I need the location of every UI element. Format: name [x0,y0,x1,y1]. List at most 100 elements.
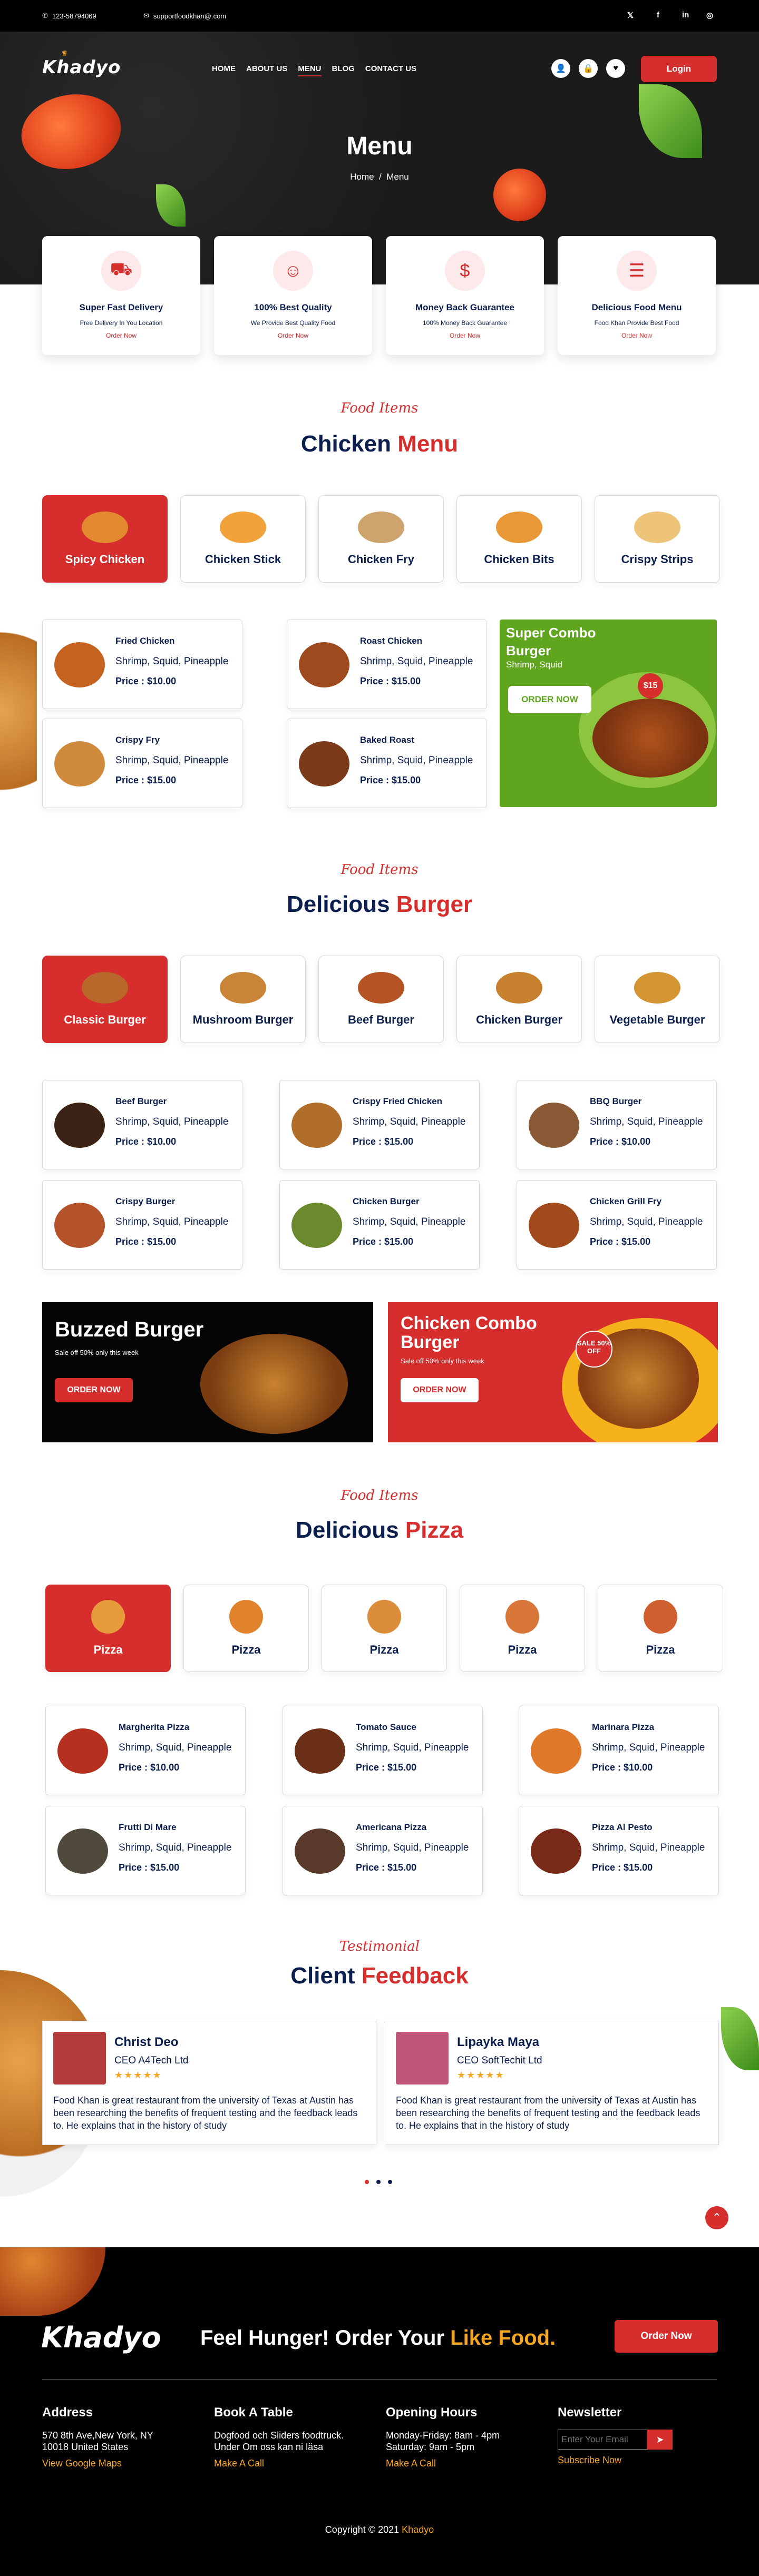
instagram-icon[interactable]: ◎ [706,11,713,20]
section-eyebrow: Food Items [340,862,419,878]
order-now-button[interactable]: Order Now [615,2320,718,2353]
footer-link[interactable]: Make A Call [214,2458,351,2469]
item-name: Pizza Al Pesto [592,1822,653,1832]
item-price: Price : $15.00 [115,1236,177,1247]
linkedin-icon[interactable]: in [682,11,689,19]
delivery-icon: ⛟ [101,251,141,291]
email-contact[interactable]: ✉ supportfoodkhan@.com [143,12,226,20]
heart-icon[interactable]: ♥ [606,59,625,78]
tab-label: Vegetable Burger [609,1013,705,1026]
footer-link[interactable]: Make A Call [386,2458,523,2469]
footer-heading: Book A Table [214,2405,293,2420]
section-title: Delicious Pizza [0,1517,759,1543]
item-name: Beef Burger [115,1096,167,1106]
phone-icon: ✆ [42,12,48,19]
tab-pizza-3[interactable]: Pizza [322,1585,447,1672]
tab-spicy-chicken[interactable]: Spicy Chicken [42,495,168,583]
tab-pizza-2[interactable]: Pizza [183,1585,309,1672]
menu-item-card[interactable]: Beef Burger Shrimp, Squid, Pineapple Pri… [42,1080,242,1169]
burger-image [200,1334,348,1434]
carousel-dot[interactable] [376,2180,381,2184]
menu-item-card[interactable]: BBQ Burger Shrimp, Squid, Pineapple Pric… [517,1080,717,1169]
order-now-button[interactable]: ORDER NOW [508,686,591,713]
carousel-dot[interactable] [365,2180,369,2184]
order-now-button[interactable]: ORDER NOW [401,1378,479,1402]
tab-chicken-fry[interactable]: Chicken Fry [318,495,444,583]
tab-classic-burger[interactable]: Classic Burger [42,956,168,1043]
send-icon[interactable]: ➤ [647,2430,673,2450]
breadcrumb-home[interactable]: Home [350,172,374,182]
subscribe-link[interactable]: Subscribe Now [558,2455,695,2466]
twitter-icon[interactable]: 𝕏 [627,11,634,20]
item-price: Price : $10.00 [115,676,177,686]
feature-text: We Provide Best Quality Food [250,319,336,327]
food-image [634,972,680,1004]
banner-sub: Sale off 50% only this week [55,1349,139,1356]
feature-link[interactable]: Order Now [386,332,544,339]
nav-home[interactable]: HOME [212,64,236,76]
menu-item-card[interactable]: Roast Chicken Shrimp, Squid, Pineapple P… [287,620,487,709]
menu-item-card[interactable]: Pizza Al Pesto Shrimp, Squid, Pineapple … [519,1806,719,1895]
nav-about[interactable]: ABOUT US [246,64,287,76]
menu-item-card[interactable]: Marinara Pizza Shrimp, Squid, Pineapple … [519,1706,719,1795]
menu-item-card[interactable]: Americana Pizza Shrimp, Squid, Pineapple… [283,1806,483,1895]
rating-stars: ★★★★★ [114,2070,162,2080]
tab-crispy-strips[interactable]: Crispy Strips [595,495,720,583]
tab-pizza-4[interactable]: Pizza [460,1585,585,1672]
carousel-dots [365,2180,392,2184]
feature-link[interactable]: Order Now [42,332,200,339]
banner-title: Chicken Combo Burger [401,1313,537,1352]
food-image [358,512,404,543]
promo-banner-buzzed[interactable]: Buzzed Burger Sale off 50% only this wee… [42,1302,373,1442]
avatar [53,2032,106,2085]
menu-item-card[interactable]: Chicken Burger Shrimp, Squid, Pineapple … [279,1180,480,1270]
tab-chicken-stick[interactable]: Chicken Stick [180,495,306,583]
testimonial-text: Food Khan is great restaurant from the u… [53,2095,358,2131]
tab-chicken-burger[interactable]: Chicken Burger [456,956,582,1043]
facebook-icon[interactable]: f [657,11,659,19]
promo-combo-card[interactable]: Super Combo Burger Shrimp, Squid ORDER N… [500,620,717,807]
menu-item-card[interactable]: Tomato Sauce Shrimp, Squid, Pineapple Pr… [283,1706,483,1795]
footer-logo[interactable]: Khadyo [41,2321,161,2354]
lock-icon[interactable]: 🔒 [579,59,598,78]
tab-chicken-bits[interactable]: Chicken Bits [456,495,582,583]
client-role: CEO SoftTechit Ltd [457,2055,542,2066]
feature-link[interactable]: Order Now [558,332,716,339]
section-eyebrow: Testimonial [339,1939,420,1954]
site-logo[interactable]: ♛ Khadyo [42,50,121,78]
copyright-brand[interactable]: Khadyo [402,2524,434,2535]
menu-item-card[interactable]: Margherita Pizza Shrimp, Squid, Pineappl… [45,1706,246,1795]
nav-contact[interactable]: CONTACT US [365,64,416,76]
menu-item-card[interactable]: Baked Roast Shrimp, Squid, Pineapple Pri… [287,719,487,808]
nav-menu[interactable]: MENU [298,64,322,76]
menu-item-card[interactable]: Frutti Di Mare Shrimp, Squid, Pineapple … [45,1806,246,1895]
scroll-top-icon[interactable]: ⌃ [705,2206,728,2229]
carousel-dot[interactable] [388,2180,392,2184]
item-price: Price : $15.00 [119,1862,180,1873]
phone-contact[interactable]: ✆ 123-58794069 [42,12,96,20]
item-price: Price : $15.00 [590,1236,651,1247]
footer-link[interactable]: View Google Maps [42,2458,179,2469]
item-desc: Shrimp, Squid, Pineapple [590,1216,703,1227]
tab-mushroom-burger[interactable]: Mushroom Burger [180,956,306,1043]
tab-vegetable-burger[interactable]: Vegetable Burger [595,956,720,1043]
menu-item-card[interactable]: Crispy Burger Shrimp, Squid, Pineapple P… [42,1180,242,1270]
user-icon[interactable]: 👤 [551,59,570,78]
nav-blog[interactable]: BLOG [332,64,355,76]
menu-item-card[interactable]: Chicken Grill Fry Shrimp, Squid, Pineapp… [517,1180,717,1270]
menu-item-card[interactable]: Crispy Fry Shrimp, Squid, Pineapple Pric… [42,719,242,808]
order-now-button[interactable]: ORDER NOW [55,1378,133,1402]
tab-beef-burger[interactable]: Beef Burger [318,956,444,1043]
menu-item-card[interactable]: Crispy Fried Chicken Shrimp, Squid, Pine… [279,1080,480,1169]
item-name: Baked Roast [360,735,414,745]
newsletter-email-input[interactable] [558,2430,647,2450]
menu-item-card[interactable]: Fried Chicken Shrimp, Squid, Pineapple P… [42,620,242,709]
feature-link[interactable]: Order Now [214,332,372,339]
tab-pizza-1[interactable]: Pizza [45,1585,171,1672]
login-button[interactable]: Login [641,56,717,82]
item-name: Roast Chicken [360,636,423,646]
item-desc: Shrimp, Squid, Pineapple [590,1116,703,1127]
promo-banner-combo[interactable]: SALE 50% OFF Chicken Combo Burger Sale o… [388,1302,718,1442]
item-price: Price : $15.00 [360,775,421,785]
tab-pizza-5[interactable]: Pizza [598,1585,723,1672]
